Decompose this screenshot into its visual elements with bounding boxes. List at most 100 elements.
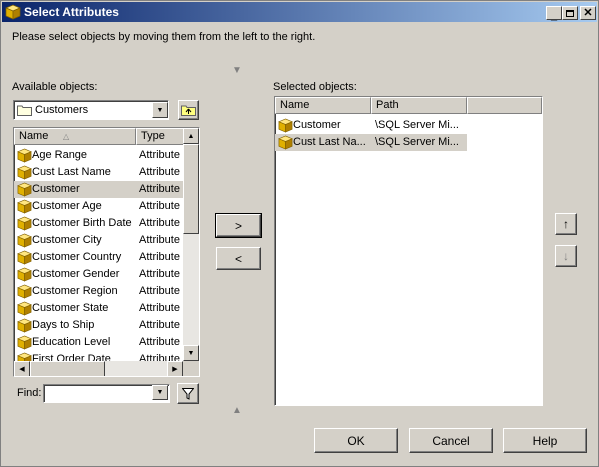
item-name: Customer Gender xyxy=(32,268,120,280)
item-name: Customer xyxy=(32,183,80,195)
item-name: First Order Date xyxy=(32,353,111,361)
selected-objects-label: Selected objects: xyxy=(273,81,357,93)
filter-button[interactable] xyxy=(177,383,199,404)
scroll-right-button[interactable]: ▶ xyxy=(167,361,183,376)
list-item[interactable]: Customer Age Attribute xyxy=(14,198,183,215)
attribute-cube-icon xyxy=(17,199,32,214)
selected-column-header-name[interactable]: Name xyxy=(275,97,371,114)
list-item[interactable]: Cust Last Na... \SQL Server Mi... xyxy=(275,134,467,151)
list-item[interactable]: Customer Country Attribute xyxy=(14,249,183,266)
item-name: Customer Birth Date xyxy=(32,217,132,229)
cancel-button[interactable]: Cancel xyxy=(409,428,493,453)
find-combobox[interactable]: ▼ xyxy=(43,384,170,403)
list-item[interactable]: Customer Attribute xyxy=(14,181,183,198)
vertical-scroll-thumb[interactable] xyxy=(183,144,199,234)
item-type: Attribute xyxy=(139,149,180,161)
select-attributes-dialog: Select Attributes _ ✕ Please select obje… xyxy=(0,0,599,467)
scroll-down-button[interactable]: ▼ xyxy=(183,345,199,361)
attribute-cube-icon xyxy=(278,118,293,133)
list-item[interactable]: Customer City Attribute xyxy=(14,232,183,249)
available-vertical-scrollbar[interactable]: ▲ ▼ xyxy=(183,128,199,361)
up-one-level-button[interactable] xyxy=(178,100,199,120)
item-name: Customer Country xyxy=(32,251,122,263)
item-type: Attribute xyxy=(139,166,180,178)
item-type: Attribute xyxy=(139,268,180,280)
filter-funnel-icon xyxy=(182,387,194,400)
scroll-up-button[interactable]: ▲ xyxy=(183,128,199,144)
attribute-cube-icon xyxy=(17,216,32,231)
item-type: Attribute xyxy=(139,217,180,229)
column-header-type[interactable]: Type xyxy=(136,128,186,145)
list-item[interactable]: Customer State Attribute xyxy=(14,300,183,317)
attribute-cube-icon xyxy=(278,135,293,150)
list-item[interactable]: Customer \SQL Server Mi... xyxy=(275,117,467,134)
list-item[interactable]: Days to Ship Attribute xyxy=(14,317,183,334)
item-name: Cust Last Name xyxy=(32,166,111,178)
item-type: Attribute xyxy=(139,302,180,314)
minimize-icon: _ xyxy=(550,9,558,22)
chevron-down-icon: ▼ xyxy=(156,106,164,114)
folder-icon xyxy=(17,105,32,116)
list-item[interactable]: First Order Date Attribute xyxy=(14,351,183,361)
attribute-cube-icon xyxy=(17,301,32,316)
item-name: Customer Age xyxy=(32,200,102,212)
find-dropdown-button[interactable]: ▼ xyxy=(152,385,168,400)
close-icon: ✕ xyxy=(583,6,593,19)
scrollbar-corner xyxy=(183,361,199,376)
sort-ascending-icon: △ xyxy=(63,132,70,141)
item-type: Attribute xyxy=(139,200,180,212)
arrow-down-icon: ↓ xyxy=(563,249,569,263)
close-button[interactable]: ✕ xyxy=(580,6,596,20)
item-path: \SQL Server Mi... xyxy=(375,136,459,148)
scroll-left-icon: ◀ xyxy=(19,366,25,373)
add-to-selected-button[interactable]: > xyxy=(215,213,262,238)
move-down-button[interactable]: ↓ xyxy=(555,245,577,267)
attribute-cube-icon xyxy=(17,318,32,333)
move-up-indicator-icon: ▲ xyxy=(232,405,242,416)
find-label: Find: xyxy=(17,387,42,399)
list-item[interactable]: Age Range Attribute xyxy=(14,147,183,164)
selected-objects-list[interactable]: Name Path Customer \SQL Server Mi... Cust … xyxy=(274,96,543,406)
folder-value: Customers xyxy=(35,104,89,116)
item-type: Attribute xyxy=(139,183,180,195)
move-down-indicator-icon: ▼ xyxy=(232,65,242,76)
minimize-button[interactable]: _ xyxy=(546,6,562,22)
attribute-cube-icon xyxy=(17,182,32,197)
selected-rows: Customer \SQL Server Mi... Cust Last Na...… xyxy=(275,117,542,397)
folder-up-icon xyxy=(181,105,196,116)
move-up-button[interactable]: ↑ xyxy=(555,213,577,235)
ok-button[interactable]: OK xyxy=(314,428,398,453)
help-button[interactable]: Help xyxy=(503,428,587,453)
horizontal-scroll-thumb[interactable] xyxy=(30,361,105,376)
remove-from-selected-button[interactable]: < xyxy=(216,247,261,270)
item-type: Attribute xyxy=(139,234,180,246)
list-item[interactable]: Customer Birth Date Attribute xyxy=(14,215,183,232)
selected-column-header-filler xyxy=(467,97,542,114)
list-item[interactable]: Cust Last Name Attribute xyxy=(14,164,183,181)
available-horizontal-scrollbar[interactable]: ◀ ▶ xyxy=(14,361,183,376)
column-header-name[interactable]: Name △ xyxy=(14,128,136,145)
maximize-icon xyxy=(566,9,574,17)
list-item[interactable]: Customer Gender Attribute xyxy=(14,266,183,283)
attribute-cube-icon xyxy=(5,4,21,20)
attribute-cube-icon xyxy=(17,335,32,350)
selected-column-header-path[interactable]: Path xyxy=(371,97,467,114)
item-name: Customer State xyxy=(32,302,109,314)
instruction-text: Please select objects by moving them fro… xyxy=(12,31,316,43)
scroll-down-icon: ▼ xyxy=(187,349,195,357)
folder-combobox[interactable]: Customers ▼ xyxy=(13,100,169,120)
item-type: Attribute xyxy=(139,353,180,361)
item-name: Customer City xyxy=(32,234,102,246)
item-type: Attribute xyxy=(139,285,180,297)
list-item[interactable]: Customer Region Attribute xyxy=(14,283,183,300)
list-item[interactable]: Education Level Attribute xyxy=(14,334,183,351)
maximize-button[interactable] xyxy=(562,6,578,20)
title-bar: Select Attributes _ ✕ xyxy=(2,2,597,22)
item-name: Age Range xyxy=(32,149,88,161)
available-objects-list[interactable]: Name △ Type Age Range Attribute Cust Last … xyxy=(13,127,200,377)
attribute-cube-icon xyxy=(17,284,32,299)
attribute-cube-icon xyxy=(17,165,32,180)
available-rows: Age Range Attribute Cust Last Name Attribut… xyxy=(14,147,183,361)
scroll-left-button[interactable]: ◀ xyxy=(14,361,30,376)
folder-dropdown-button[interactable]: ▼ xyxy=(152,102,168,118)
